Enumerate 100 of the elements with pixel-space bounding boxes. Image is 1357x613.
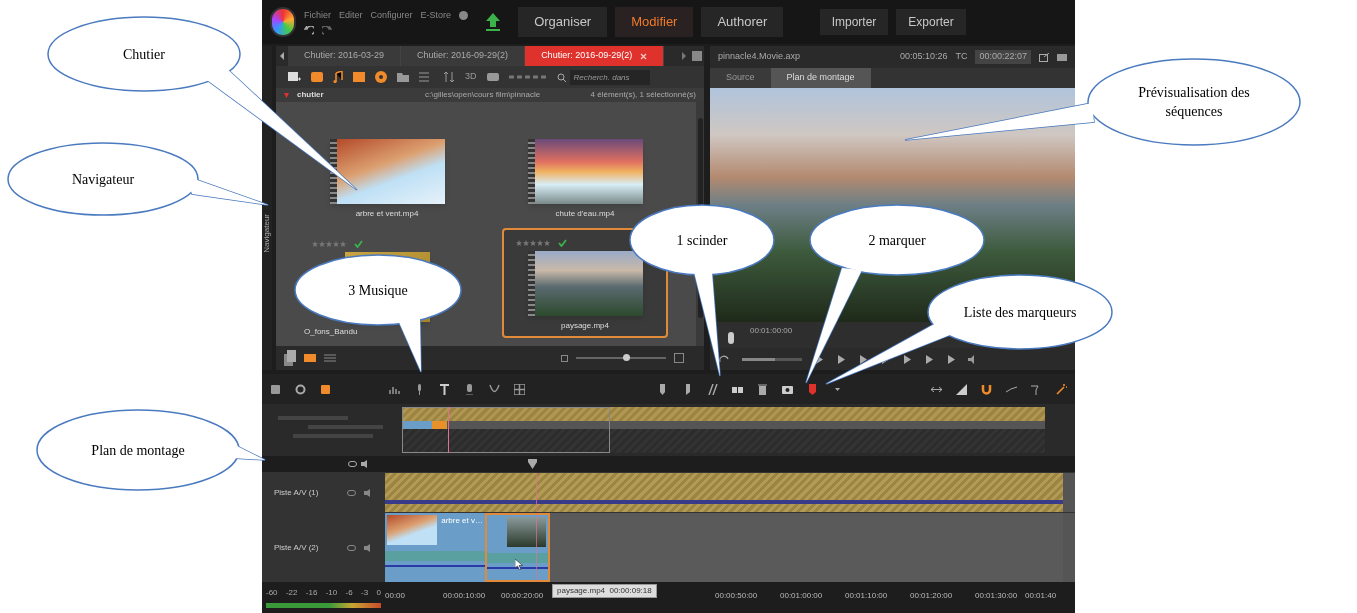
tooltip: paysage.mp4 00:00:09:18 xyxy=(552,584,657,598)
ramp-icon[interactable] xyxy=(956,383,967,395)
trash-icon[interactable] xyxy=(757,383,768,395)
menu-item[interactable]: Fichier xyxy=(304,8,332,23)
slider-thumb[interactable] xyxy=(622,354,630,361)
ruler-time: 00:01:10:00 xyxy=(845,590,888,602)
undo-icon[interactable] xyxy=(304,26,315,36)
search-field[interactable]: Recherch. dans xyxy=(569,69,650,85)
trim-icon[interactable] xyxy=(707,383,718,395)
callout-text: 1 scinder xyxy=(676,231,728,250)
timeline-overview[interactable] xyxy=(402,407,1045,453)
magnet-icon[interactable] xyxy=(981,383,992,395)
large-size-icon[interactable] xyxy=(674,353,684,363)
audio-clip[interactable] xyxy=(385,473,1063,512)
fullscreen-icon[interactable] xyxy=(1057,53,1067,61)
grid-icon[interactable] xyxy=(514,383,525,395)
search-icon[interactable] xyxy=(556,72,566,82)
star-icon[interactable] xyxy=(523,240,529,246)
viewport-frame[interactable] xyxy=(402,407,610,453)
menu-item[interactable]: Configurer xyxy=(370,8,413,23)
gear-icon[interactable] xyxy=(295,383,306,395)
star-icon[interactable] xyxy=(312,241,318,247)
ruler-time: 00:01:20:00 xyxy=(910,590,953,602)
marker-icon[interactable] xyxy=(807,383,818,395)
menu-item[interactable]: E-Store xyxy=(420,8,452,23)
link-icon[interactable] xyxy=(348,461,357,467)
marker-pin-icon[interactable] xyxy=(657,383,668,395)
menu-item[interactable]: Editer xyxy=(339,8,363,23)
timecode-field[interactable]: 00:00:22:07 xyxy=(975,50,1031,64)
star-icon[interactable] xyxy=(340,241,346,247)
close-icon[interactable] xyxy=(640,52,648,60)
playhead-handle[interactable] xyxy=(728,332,735,344)
library-tab[interactable]: Chutier: 2016-03-29 xyxy=(288,46,402,66)
meter-scale-label: -6 xyxy=(345,587,353,599)
redo-icon[interactable] xyxy=(322,26,333,36)
star-icon[interactable] xyxy=(544,240,550,246)
video-clip[interactable] xyxy=(485,513,550,582)
meter-scale-label: -10 xyxy=(325,587,338,599)
library-tab[interactable]: Chutier: 2016-09-29(2) xyxy=(401,46,526,66)
meter-scale-label: -60 xyxy=(266,587,278,599)
star-icon[interactable] xyxy=(326,241,332,247)
speaker-icon[interactable] xyxy=(364,543,373,552)
mode-tab[interactable]: Authorer xyxy=(701,7,784,37)
stereo-3d-toggle[interactable]: 3D xyxy=(465,70,477,84)
meter-scale-label: -16 xyxy=(305,587,318,599)
popout-icon[interactable] xyxy=(1039,52,1049,62)
file-name: O_fons_Bandu xyxy=(304,326,358,338)
add-media-icon[interactable] xyxy=(288,71,301,83)
selected-clip-block xyxy=(432,421,447,429)
small-size-icon[interactable] xyxy=(561,354,568,362)
music-note-icon[interactable] xyxy=(333,71,343,83)
file-name: chute d'eau.mp4 xyxy=(555,208,615,220)
transition-icon[interactable] xyxy=(489,383,500,395)
mode-tab[interactable]: Modifier xyxy=(615,7,694,37)
collapse-icon[interactable] xyxy=(284,92,289,98)
speaker-icon[interactable] xyxy=(361,460,370,468)
track-name: Piste A/V (1) xyxy=(274,486,320,499)
star-rating[interactable] xyxy=(516,240,550,246)
sort-arrows-icon[interactable] xyxy=(443,72,455,82)
help-icon[interactable] xyxy=(459,11,469,20)
shuttle-slider[interactable] xyxy=(742,357,802,361)
volume-line xyxy=(487,567,548,569)
star-icon[interactable] xyxy=(333,241,339,247)
camera-icon[interactable] xyxy=(782,383,793,395)
star-icon[interactable] xyxy=(537,240,543,246)
preview-tab[interactable]: Plan de montage xyxy=(770,68,871,88)
ruler-time: 00:00:20:00 xyxy=(501,590,544,602)
star-icon[interactable] xyxy=(530,240,536,246)
folder-icon[interactable] xyxy=(397,72,409,82)
wand-icon[interactable] xyxy=(1056,383,1067,395)
star-icon[interactable] xyxy=(516,240,522,246)
action-button[interactable]: Exporter xyxy=(896,9,966,35)
video-clip[interactable]: arbre et v… xyxy=(385,513,485,582)
voice-over-icon[interactable] xyxy=(464,383,475,395)
preview-tab[interactable]: Source xyxy=(710,68,771,88)
library-tab[interactable]: Chutier: 2016-09-29(2) xyxy=(525,46,665,66)
link-icon[interactable] xyxy=(347,544,356,551)
folder-name: chutier xyxy=(297,89,325,101)
line-tool-icon[interactable] xyxy=(1006,383,1017,395)
track-name: Piste A/V (2) xyxy=(274,541,320,554)
callout-text: Liste des marqueurs xyxy=(963,303,1077,322)
item-count: 4 élément(s), 1 sélectionné(s) xyxy=(590,89,696,101)
upload-arrow-icon[interactable] xyxy=(484,12,503,32)
disc-icon[interactable] xyxy=(375,71,387,83)
action-button[interactable]: Importer xyxy=(819,9,889,35)
star-rating[interactable] xyxy=(312,241,346,247)
link-icon[interactable] xyxy=(347,489,356,496)
callout-text: 2 marquer xyxy=(868,231,926,250)
mode-tab[interactable]: Organiser xyxy=(518,7,608,37)
stacked-pages-icon[interactable] xyxy=(284,350,296,366)
navigator-tab[interactable]: Navigateur xyxy=(261,214,273,253)
playhead-marker-icon[interactable] xyxy=(528,459,537,469)
clip-block xyxy=(402,421,432,429)
media-item-card[interactable]: paysage.mp4 xyxy=(502,228,668,338)
audio-band xyxy=(487,553,548,563)
text-title-icon[interactable] xyxy=(439,383,450,395)
speaker-icon[interactable] xyxy=(364,488,373,497)
meter-scale-label: -3 xyxy=(361,587,369,599)
star-icon[interactable] xyxy=(319,241,325,247)
meter-scale-label: -22 xyxy=(285,587,298,599)
